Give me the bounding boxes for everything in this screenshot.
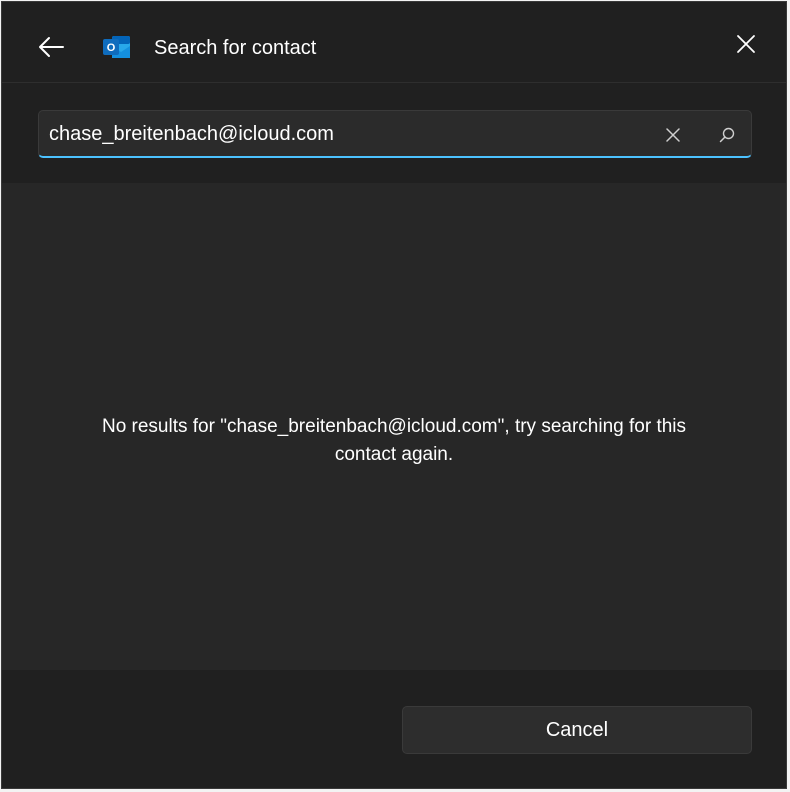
results-panel: No results for "chase_breitenbach@icloud… [2, 183, 786, 670]
no-results-message: No results for "chase_breitenbach@icloud… [101, 416, 687, 465]
search-icon [719, 127, 735, 143]
dialog-title: Search for contact [154, 37, 317, 59]
close-icon [666, 128, 680, 142]
outlook-icon: O [102, 33, 132, 61]
clear-search-button[interactable] [657, 119, 689, 151]
title-bar: O Search for contact [2, 2, 786, 83]
back-button[interactable] [28, 24, 74, 70]
dialog-footer: Cancel [2, 670, 786, 788]
cancel-button[interactable]: Cancel [402, 706, 752, 754]
search-contact-dialog: O Search for contact chase_breitenbach@i… [1, 1, 787, 789]
search-input[interactable] [49, 119, 649, 149]
search-area [2, 83, 786, 183]
close-icon [737, 35, 755, 53]
arrow-left-icon [39, 37, 64, 57]
close-button[interactable] [724, 22, 768, 66]
svg-text:O: O [107, 42, 116, 54]
search-box [38, 110, 752, 158]
search-button[interactable] [711, 119, 743, 151]
